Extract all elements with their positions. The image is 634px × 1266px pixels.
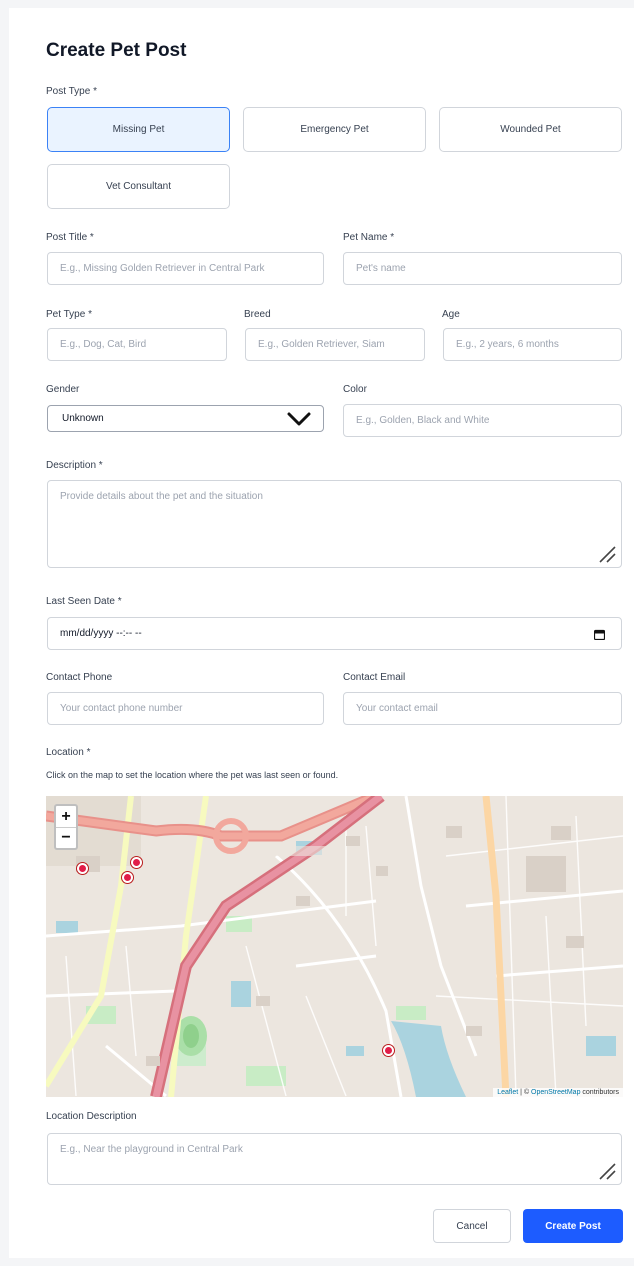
create-post-button[interactable]: Create Post [523, 1209, 623, 1243]
cancel-button[interactable]: Cancel [433, 1209, 511, 1243]
post-type-wounded-pet[interactable]: Wounded Pet [439, 107, 622, 152]
location-description-label: Location Description [46, 1111, 137, 1122]
contact-email-input[interactable]: Your contact email [343, 692, 622, 725]
breed-input[interactable]: E.g., Golden Retriever, Siam [245, 328, 425, 361]
gender-select[interactable]: Unknown [47, 405, 324, 432]
age-label: Age [442, 309, 460, 320]
openstreetmap-link[interactable]: OpenStreetMap [531, 1089, 580, 1096]
location-helper-text: Click on the map to set the location whe… [46, 770, 339, 780]
description-placeholder: Provide details about the pet and the si… [60, 491, 263, 502]
leaflet-link[interactable]: Leaflet [497, 1089, 518, 1096]
resize-handle-icon[interactable] [597, 1161, 617, 1181]
page-title: Create Pet Post [46, 40, 187, 61]
zoom-in-button[interactable]: + [56, 806, 76, 827]
post-type-vet-consultant[interactable]: Vet Consultant [47, 164, 230, 209]
last-seen-datetime-input[interactable]: mm/dd/yyyy --:-- -- [47, 617, 622, 650]
breed-label: Breed [244, 309, 271, 320]
location-map[interactable]: + − Leaflet | © OpenStreetMap contributo… [46, 796, 623, 1097]
gender-select-value: Unknown [62, 413, 104, 424]
post-title-label: Post Title * [46, 232, 94, 243]
gender-label: Gender [46, 384, 80, 395]
contact-phone-label: Contact Phone [46, 672, 113, 683]
map-tiles [46, 796, 623, 1097]
last-seen-value: mm/dd/yyyy --:-- -- [60, 628, 142, 639]
resize-handle-icon[interactable] [597, 544, 617, 564]
calendar-icon[interactable] [594, 629, 605, 640]
map-zoom-control: + − [54, 804, 78, 850]
map-attribution: Leaflet | © OpenStreetMap contributors [493, 1088, 623, 1097]
post-type-missing-pet[interactable]: Missing Pet [47, 107, 230, 152]
chevron-down-icon [287, 412, 311, 426]
map-marker-icon[interactable] [77, 863, 88, 874]
color-input[interactable]: E.g., Golden, Black and White [343, 404, 622, 437]
location-description-placeholder: E.g., Near the playground in Central Par… [60, 1144, 243, 1155]
contact-phone-input[interactable]: Your contact phone number [47, 692, 324, 725]
pet-name-label: Pet Name * [343, 232, 395, 243]
map-marker-icon[interactable] [383, 1045, 394, 1056]
age-input[interactable]: E.g., 2 years, 6 months [443, 328, 622, 361]
map-marker-icon[interactable] [122, 872, 133, 883]
zoom-out-button[interactable]: − [56, 827, 76, 848]
last-seen-label: Last Seen Date * [46, 596, 122, 607]
post-title-input[interactable]: E.g., Missing Golden Retriever in Centra… [47, 252, 324, 285]
pet-name-input[interactable]: Pet's name [343, 252, 622, 285]
color-label: Color [343, 384, 367, 395]
location-label: Location * [46, 747, 91, 758]
pet-type-input[interactable]: E.g., Dog, Cat, Bird [47, 328, 227, 361]
map-marker-icon[interactable] [131, 857, 142, 868]
description-textarea[interactable]: Provide details about the pet and the si… [47, 480, 622, 568]
post-type-emergency-pet[interactable]: Emergency Pet [243, 107, 426, 152]
contact-email-label: Contact Email [343, 672, 406, 683]
pet-type-label: Pet Type * [46, 309, 92, 320]
description-label: Description * [46, 460, 103, 471]
post-type-label: Post Type * [46, 86, 97, 97]
location-description-textarea[interactable]: E.g., Near the playground in Central Par… [47, 1133, 622, 1185]
